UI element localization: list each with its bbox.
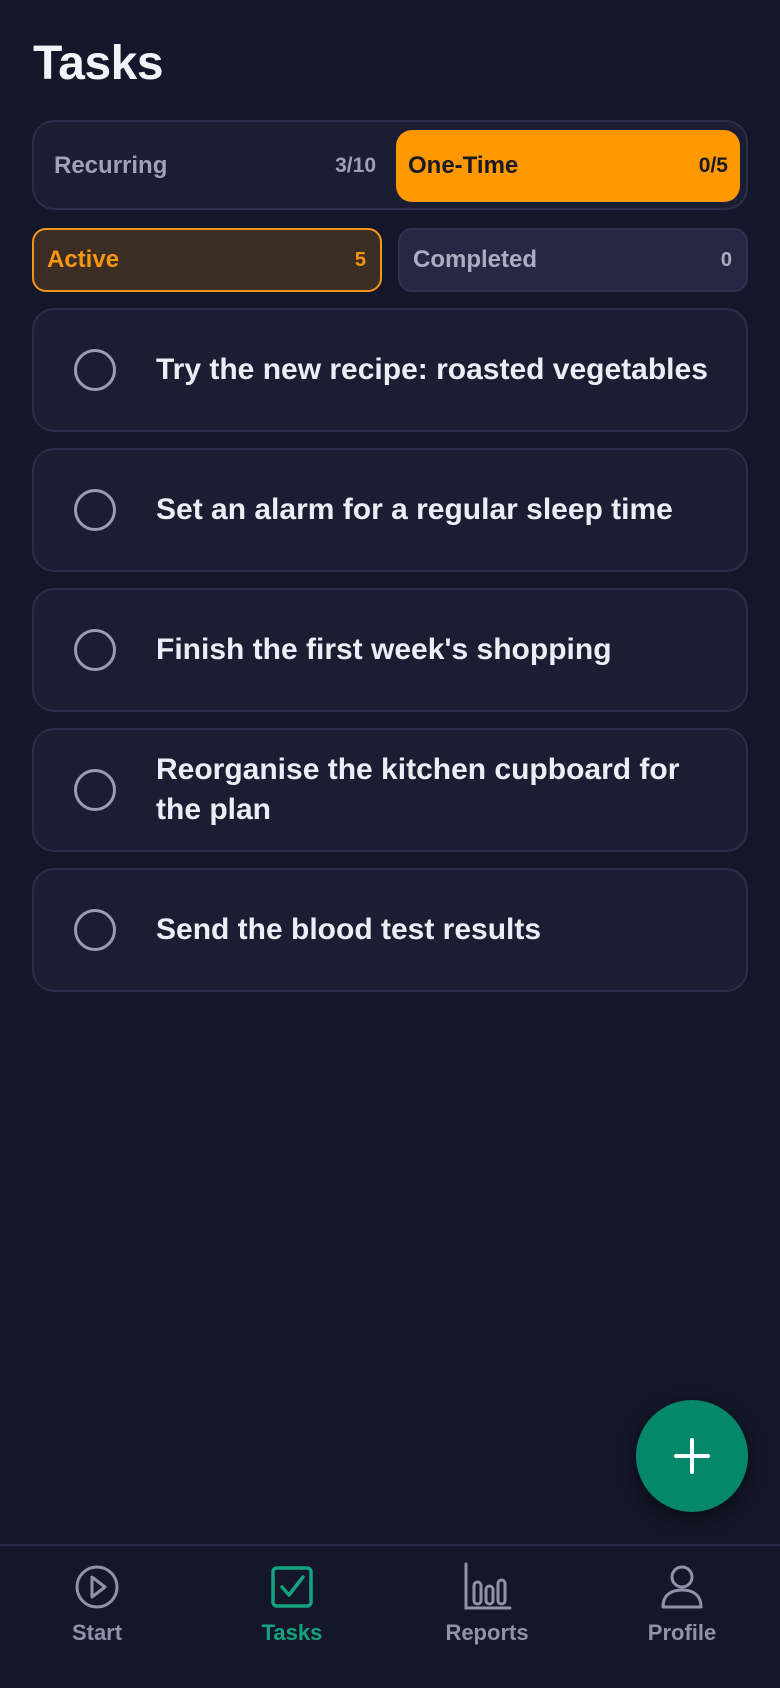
segment-one-time-count: 0/5 <box>698 154 728 177</box>
task-list: Try the new recipe: roasted vegetables S… <box>32 308 748 1008</box>
nav-item-reports[interactable]: Reports <box>407 1562 567 1662</box>
task-card[interactable]: Finish the first week's shopping <box>32 588 748 712</box>
task-text: Set an alarm for a regular sleep time <box>156 493 673 526</box>
nav-item-start[interactable]: Start <box>17 1562 177 1662</box>
task-card[interactable]: Try the new recipe: roasted vegetables <box>32 308 748 432</box>
task-type-segmented-control: Recurring 3/10 One-Time 0/5 <box>32 120 748 210</box>
task-checkbox[interactable] <box>74 349 116 391</box>
nav-label-start: Start <box>71 1620 123 1645</box>
segment-recurring-count: 3/10 <box>335 154 376 177</box>
segment-recurring-label: Recurring <box>54 152 168 179</box>
task-card[interactable]: Set an alarm for a regular sleep time <box>32 448 748 572</box>
plus-icon <box>674 1438 710 1474</box>
person-icon <box>661 1565 703 1609</box>
task-text: Try the new recipe: roasted vegetables <box>156 353 708 386</box>
task-card[interactable]: Send the blood test results <box>32 868 748 992</box>
task-text: Finish the first week's shopping <box>156 633 612 666</box>
checkbox-icon <box>271 1566 313 1608</box>
filter-completed-label: Completed <box>413 246 538 273</box>
task-checkbox[interactable] <box>74 769 116 811</box>
nav-label-reports: Reports <box>445 1620 529 1645</box>
filter-completed-count: 0 <box>720 248 732 271</box>
segment-one-time-label: One-Time <box>408 152 519 179</box>
filter-active[interactable]: Active 5 <box>32 228 382 292</box>
nav-item-profile[interactable]: Profile <box>602 1562 762 1662</box>
add-task-button[interactable] <box>636 1400 748 1512</box>
nav-label-profile: Profile <box>647 1620 717 1645</box>
bar-chart-icon <box>464 1562 512 1610</box>
page-title: Tasks <box>33 37 164 90</box>
play-circle-icon <box>75 1565 119 1609</box>
task-checkbox[interactable] <box>74 909 116 951</box>
bottom-nav: Start Tasks Reports Profile <box>0 1544 780 1688</box>
nav-label-tasks: Tasks <box>261 1620 323 1645</box>
segment-one-time[interactable]: One-Time 0/5 <box>396 130 740 202</box>
filter-active-label: Active <box>47 246 120 273</box>
task-text: Reorganise the kitchen cupboard for the … <box>156 753 680 826</box>
tasks-screen: Tasks Recurring 3/10 One-Time 0/5 Active… <box>0 0 780 1688</box>
nav-item-tasks[interactable]: Tasks <box>212 1562 372 1662</box>
filter-completed[interactable]: Completed 0 <box>398 228 748 292</box>
task-text: Send the blood test results <box>156 913 542 946</box>
filter-active-count: 5 <box>354 248 366 271</box>
segment-recurring[interactable]: Recurring 3/10 <box>34 130 390 202</box>
task-checkbox[interactable] <box>74 629 116 671</box>
task-card[interactable]: Reorganise the kitchen cupboard for the … <box>32 728 748 852</box>
task-checkbox[interactable] <box>74 489 116 531</box>
